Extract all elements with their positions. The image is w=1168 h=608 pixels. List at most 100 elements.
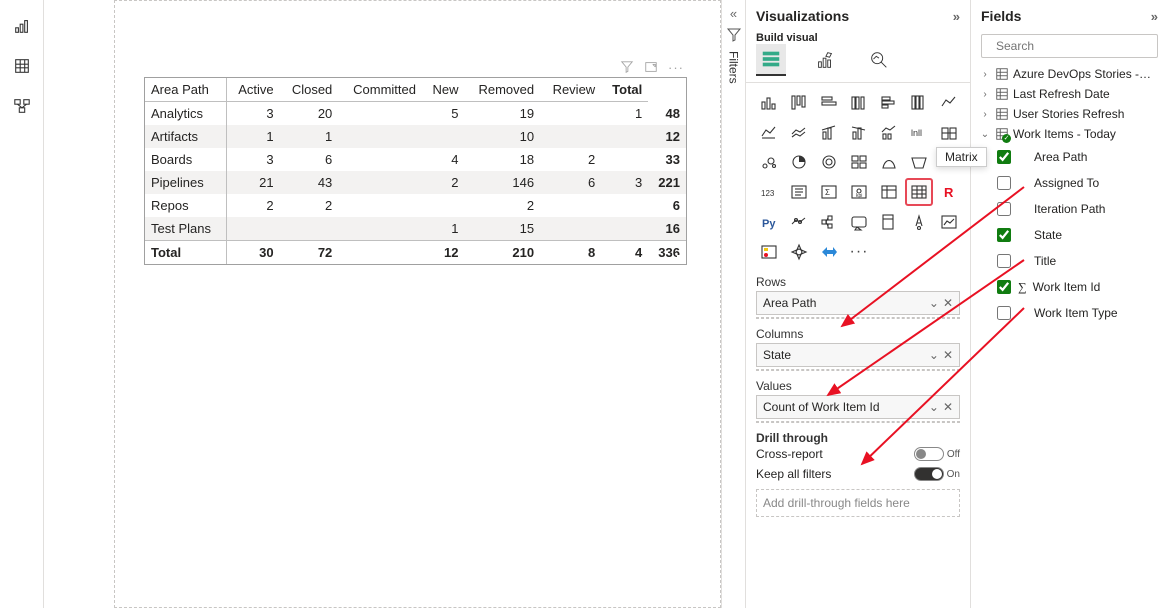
viz-icon-32[interactable] [876,209,902,235]
tab-analytics[interactable] [864,45,894,75]
fields-column[interactable]: Assigned To [977,170,1162,196]
chevron-down-icon[interactable]: ⌄ [929,348,939,362]
field-checkbox[interactable] [997,150,1011,164]
filters-expand-icon[interactable]: « [730,6,737,21]
table-row[interactable]: Pipelines2143214663221 [145,171,686,194]
fields-column[interactable]: State [977,222,1162,248]
viz-icon-10[interactable] [846,119,872,145]
viz-icon-28[interactable]: Py [756,209,782,235]
row-header[interactable]: Area Path [145,78,226,102]
viz-icon-35[interactable] [756,239,782,265]
filter-pane-icon[interactable] [726,27,742,43]
filter-icon[interactable] [620,60,634,74]
filters-label[interactable]: Filters [727,51,741,84]
viz-icon-3[interactable] [846,89,872,115]
keep-filters-toggle[interactable] [914,467,944,481]
fields-table[interactable]: ›Azure DevOps Stories -… [977,64,1162,84]
viz-icon-17[interactable] [846,149,872,175]
viz-icon-29[interactable] [786,209,812,235]
table-row[interactable]: Analytics320519148 [145,102,686,126]
fields-table[interactable]: ›User Stories Refresh [977,104,1162,124]
viz-icon-8[interactable] [786,119,812,145]
columns-well[interactable]: State⌄✕ [756,343,960,367]
fields-search[interactable] [981,34,1158,58]
field-checkbox[interactable] [997,306,1011,320]
table-row[interactable]: Repos2226 [145,194,686,217]
resize-handle[interactable] [144,77,154,87]
fields-column[interactable]: Work Item Type [977,300,1162,326]
report-canvas[interactable]: ··· Area PathActiveClosedCommittedNewRem… [44,0,721,608]
viz-icon-21[interactable]: 123 [756,179,782,205]
viz-icon-23[interactable]: Σ [816,179,842,205]
col-header[interactable]: Review [540,78,601,102]
table-row[interactable]: Artifacts111012 [145,125,686,148]
report-view-button[interactable] [4,8,40,44]
col-header[interactable]: Active [226,78,280,102]
resize-handle[interactable] [677,77,687,87]
viz-icon-12[interactable]: lnll [906,119,932,145]
viz-collapse-icon[interactable]: » [953,9,960,24]
viz-icon-7[interactable] [756,119,782,145]
fields-column[interactable]: Iteration Path [977,196,1162,222]
chevron-down-icon[interactable]: ⌄ [929,296,939,310]
col-header[interactable]: New [422,78,465,102]
viz-icon-34[interactable] [936,209,962,235]
viz-icon-2[interactable] [816,89,842,115]
col-header[interactable]: Closed [280,78,339,102]
fields-collapse-icon[interactable]: » [1151,9,1158,24]
col-header[interactable]: Committed [338,78,422,102]
viz-icon-1[interactable] [786,89,812,115]
rows-well[interactable]: Area Path⌄✕ [756,291,960,315]
viz-icon-6[interactable] [936,89,962,115]
viz-icon-11[interactable] [876,119,902,145]
remove-icon[interactable]: ✕ [943,400,953,414]
remove-icon[interactable]: ✕ [943,296,953,310]
viz-icon-26[interactable] [906,179,932,205]
viz-icon-22[interactable] [786,179,812,205]
drillthrough-well[interactable]: Add drill-through fields here [756,489,960,517]
viz-icon-19[interactable] [906,149,932,175]
viz-icon-36[interactable] [786,239,812,265]
viz-icon-37[interactable] [816,239,842,265]
viz-icon-4[interactable] [876,89,902,115]
viz-icon-18[interactable] [876,149,902,175]
total-row[interactable]: Total30721221084336 [145,241,686,265]
field-checkbox[interactable] [997,280,1011,294]
tab-format-visual[interactable] [810,45,840,75]
viz-icon-33[interactable] [906,209,932,235]
fields-table[interactable]: ⌄✓Work Items - Today [977,124,1162,144]
viz-icon-9[interactable] [816,119,842,145]
fields-column[interactable]: ∑Work Item Id [977,274,1162,300]
viz-icon-24[interactable]: kpi [846,179,872,205]
resize-handle[interactable] [144,255,154,265]
focus-mode-icon[interactable] [644,60,658,74]
viz-icon-27[interactable]: R [936,179,962,205]
viz-icon-31[interactable] [846,209,872,235]
fields-table[interactable]: ›Last Refresh Date [977,84,1162,104]
field-checkbox[interactable] [997,228,1011,242]
cross-report-toggle[interactable] [914,447,944,461]
more-options-icon[interactable]: ··· [668,60,682,74]
table-row[interactable]: Test Plans11516 [145,217,686,241]
col-header[interactable]: Total [601,78,648,102]
col-header[interactable]: Removed [464,78,540,102]
table-row[interactable]: Boards36418233 [145,148,686,171]
chevron-down-icon[interactable]: ⌄ [929,400,939,414]
viz-icon-0[interactable] [756,89,782,115]
model-view-button[interactable] [4,88,40,124]
viz-icon-14[interactable] [756,149,782,175]
fields-column[interactable]: Area Path [977,144,1162,170]
remove-icon[interactable]: ✕ [943,348,953,362]
viz-icon-13[interactable] [936,119,962,145]
resize-handle[interactable] [677,255,687,265]
fields-column[interactable]: Title [977,248,1162,274]
viz-icon-30[interactable] [816,209,842,235]
viz-icon-15[interactable] [786,149,812,175]
matrix-visual[interactable]: ··· Area PathActiveClosedCommittedNewRem… [144,77,687,265]
viz-icon-more[interactable]: ··· [846,239,872,265]
field-checkbox[interactable] [997,202,1011,216]
search-input[interactable] [994,38,1153,54]
viz-icon-5[interactable] [906,89,932,115]
field-checkbox[interactable] [997,254,1011,268]
tab-build-visual[interactable] [756,44,786,76]
